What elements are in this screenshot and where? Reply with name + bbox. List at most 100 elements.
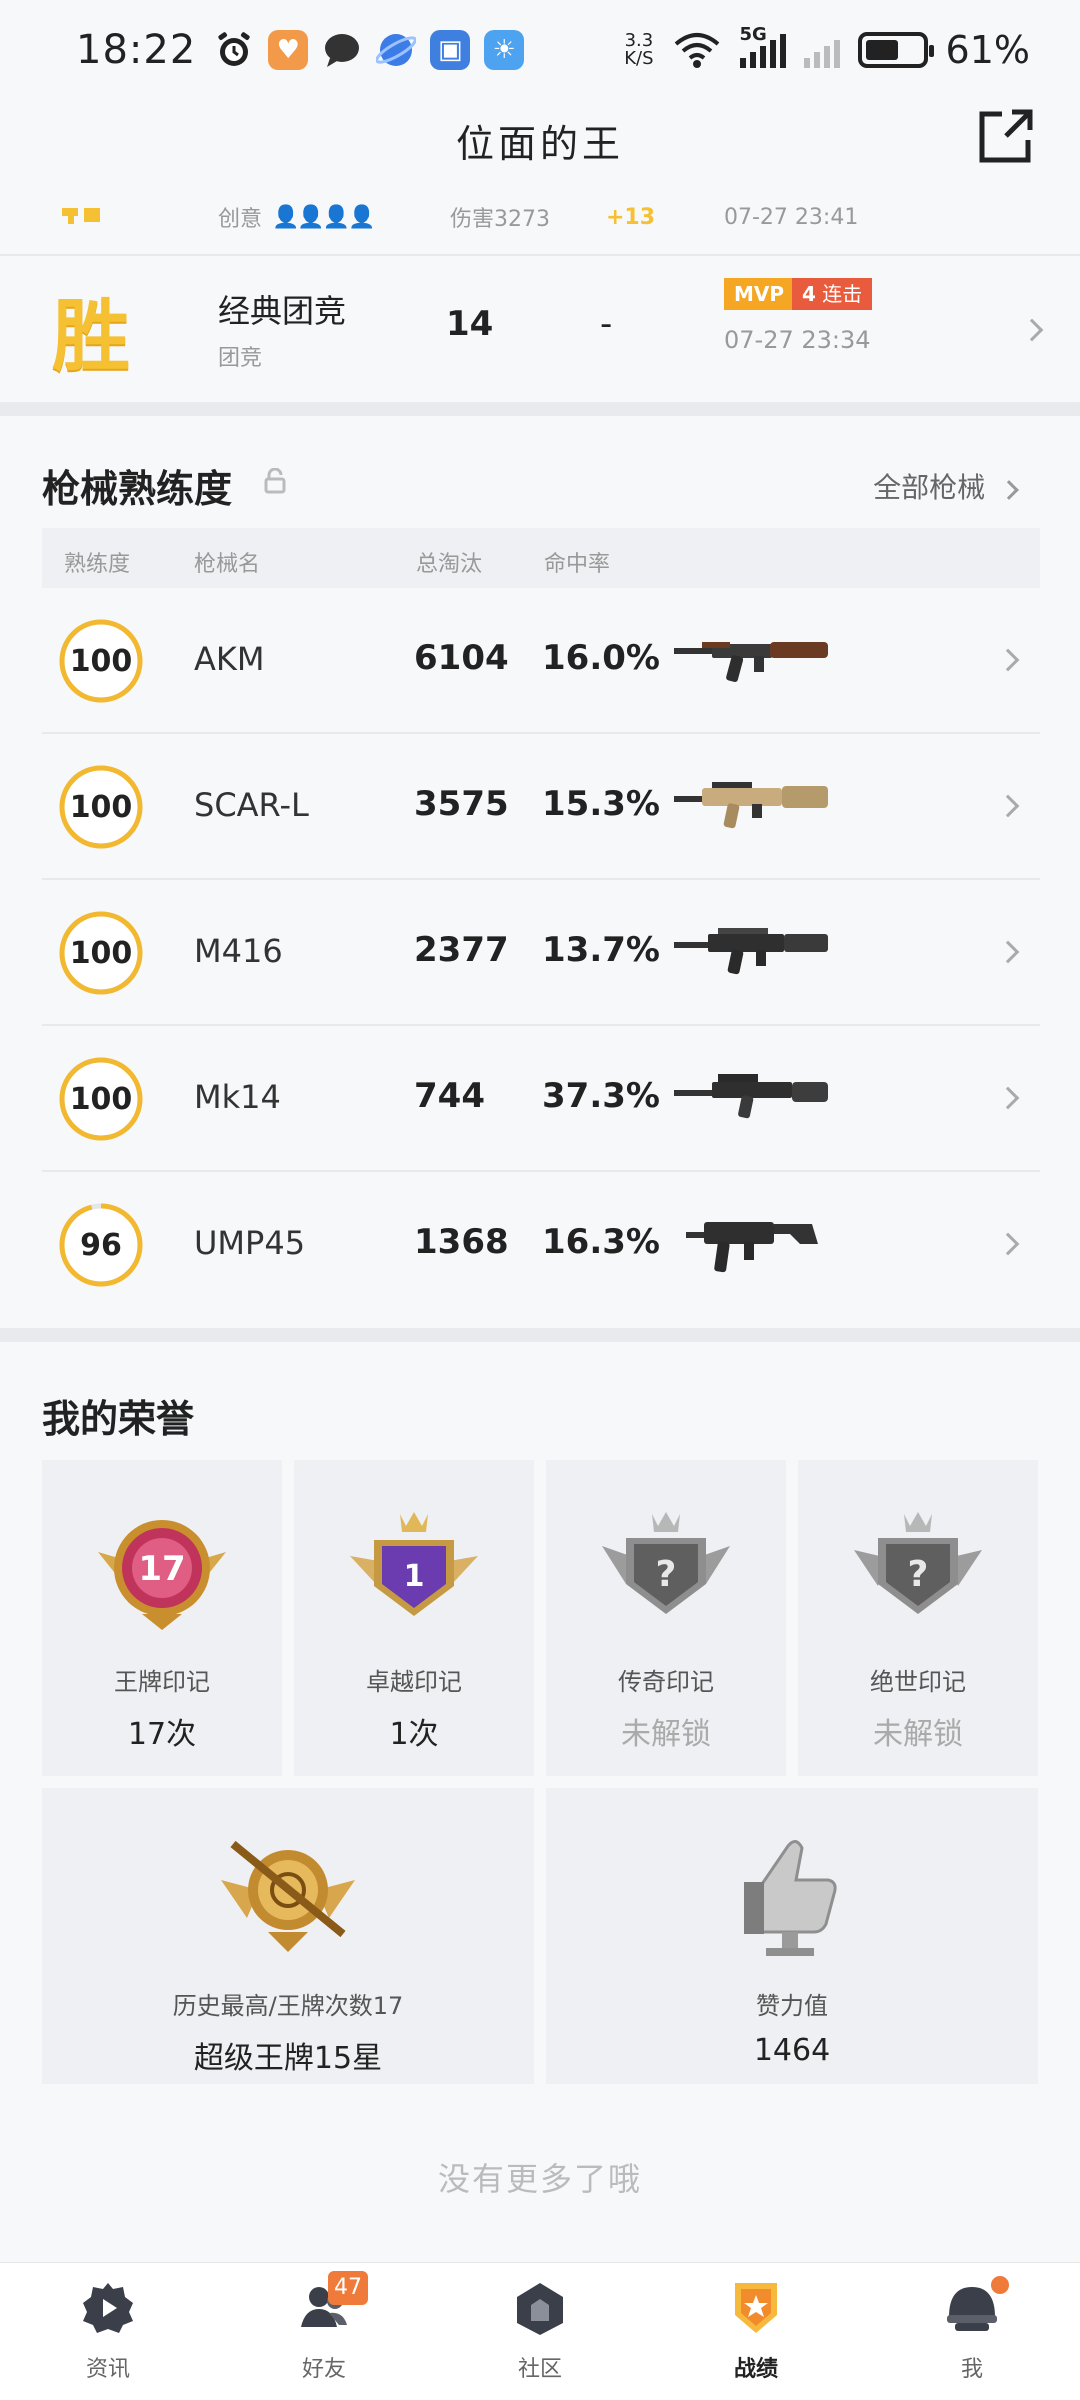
- weapon-row[interactable]: 96 UMP45 1368 16.3%: [42, 1172, 1040, 1318]
- page-title: 位面的王: [455, 121, 624, 166]
- nav-label: 资讯: [85, 2357, 130, 2382]
- col-kills: 总淘汰: [416, 552, 483, 577]
- weapon-accuracy: 37.3%: [542, 1076, 660, 1116]
- team-players-icon: 👤👤👤👤: [272, 204, 376, 230]
- page-header: 位面的王: [0, 100, 1080, 180]
- net-speed-unit: K/S: [624, 48, 654, 69]
- chevron-right-icon: [996, 1232, 1020, 1256]
- match-row-previous[interactable]: 创意 👤👤👤👤 伤害3273 +13 07-27 23:41: [0, 180, 1080, 256]
- nav-label: 好友: [301, 2357, 346, 2382]
- weapons-section-title: 枪械熟练度: [42, 467, 233, 511]
- excellence-emblem-number: 1: [404, 1559, 425, 1594]
- nav-item-news[interactable]: 资讯: [0, 2263, 216, 2400]
- mvp-tag: MVP: [724, 278, 795, 310]
- honor-name: 王牌印记: [114, 1668, 210, 1696]
- alarm-icon: [218, 32, 250, 66]
- message-icon: [325, 34, 360, 67]
- weapon-row[interactable]: 100 SCAR-L 3575 15.3%: [42, 734, 1040, 880]
- end-of-list-text: 没有更多了哦: [437, 2160, 642, 2198]
- mk14-rifle-icon: [674, 1074, 828, 1119]
- network-type: 5G: [739, 24, 767, 45]
- match-damage: -: [600, 304, 613, 344]
- honor-tile-likes[interactable]: 赞力值 1464: [546, 1788, 1038, 2084]
- news-play-icon: [83, 2283, 133, 2333]
- prev-match-damage: 伤害3273: [450, 207, 550, 232]
- honors-section-title: 我的荣誉: [42, 1397, 195, 1441]
- wifi-icon: [674, 33, 719, 68]
- weapon-accuracy: 13.7%: [542, 930, 660, 970]
- status-app-icons: ♥ ▣ ☀: [214, 30, 525, 70]
- honor-name: 历史最高/王牌次数17: [172, 1992, 404, 2020]
- excellence-emblem-icon: 1: [350, 1512, 478, 1616]
- peerless-emblem-locked-icon: ?: [854, 1512, 982, 1614]
- mastery-value: 96: [80, 1227, 122, 1263]
- honor-tile-peerless[interactable]: ? 绝世印记 未解锁: [798, 1460, 1038, 1776]
- akm-rifle-icon: [674, 642, 828, 682]
- tier-emblem-icon: [221, 1840, 355, 1952]
- weapon-kills: 2377: [414, 930, 509, 970]
- col-weapon-name: 枪械名: [194, 552, 261, 577]
- m416-rifle-icon: [674, 928, 828, 975]
- section-divider: [0, 1328, 1080, 1342]
- nav-item-me[interactable]: 我: [864, 2263, 1080, 2400]
- weather-app-icon: ☀: [484, 30, 525, 70]
- honor-value: 1464: [753, 2033, 831, 2068]
- scar-rifle-icon: [674, 782, 828, 829]
- match-result-badge: 胜: [52, 292, 131, 382]
- battery-fill: [865, 40, 899, 60]
- weapon-accuracy: 15.3%: [542, 784, 660, 824]
- match-row-current[interactable]: 胜 经典团竞 团竞 14 - MVP 4 连击 07-27 23:34: [0, 258, 1080, 402]
- lock-icon[interactable]: [264, 468, 286, 494]
- chevron-right-icon: [999, 480, 1019, 500]
- streak-label: 连击: [822, 282, 863, 306]
- honor-name: 赞力值: [756, 1992, 828, 2020]
- battery-icon: [857, 32, 934, 68]
- honor-tile-highest-tier[interactable]: 历史最高/王牌次数17 超级王牌15星: [42, 1788, 534, 2084]
- honor-name: 卓越印记: [366, 1668, 462, 1696]
- recent-matches: 创意 👤👤👤👤 伤害3273 +13 07-27 23:41 胜 经典团竞 团竞…: [0, 180, 1080, 402]
- nav-item-stats[interactable]: 战绩: [648, 2263, 864, 2400]
- chevron-right-icon: [996, 794, 1020, 818]
- prev-match-time: 07-27 23:41: [724, 204, 859, 230]
- nav-item-community[interactable]: 社区: [432, 2263, 648, 2400]
- match-mode-name: 经典团竞: [218, 292, 347, 330]
- legend-emblem-mark: ?: [656, 1554, 677, 1595]
- notification-dot: [988, 2273, 1012, 2297]
- honor-value: 未解锁: [873, 1717, 963, 1752]
- mastery-value: 100: [69, 789, 133, 825]
- weapon-kills: 6104: [414, 638, 509, 678]
- health-app-icon: ♥: [268, 30, 309, 70]
- streak-num: 4: [802, 282, 816, 306]
- honor-value: 1次: [389, 1717, 439, 1752]
- honor-tile-legend[interactable]: ? 传奇印记 未解锁: [546, 1460, 786, 1776]
- weapon-kills: 1368: [414, 1222, 509, 1262]
- ump45-smg-icon: [686, 1222, 818, 1273]
- all-weapons-link[interactable]: 全部枪械: [873, 466, 1019, 506]
- net-speed: 3.3 K/S: [624, 32, 653, 68]
- weapon-row[interactable]: 100 Mk14 744 37.3%: [42, 1026, 1040, 1172]
- honor-tile-excellence[interactable]: 1 卓越印记 1次: [294, 1460, 534, 1776]
- legend-emblem-locked-icon: ?: [602, 1512, 730, 1614]
- share-icon[interactable]: [976, 106, 1036, 166]
- status-bar: 18:22 ♥ ▣ ☀ 3.3 K/S 5G 61%: [0, 0, 1080, 100]
- chevron-right-icon: [1020, 318, 1044, 342]
- weapon-name: Mk14: [194, 1078, 281, 1116]
- col-mastery: 熟练度: [64, 552, 131, 577]
- honor-value: 超级王牌15星: [193, 2041, 383, 2076]
- nav-item-friends[interactable]: 47 好友: [216, 2263, 432, 2400]
- weapon-name: M416: [194, 932, 283, 970]
- weapon-row[interactable]: 100 AKM 6104 16.0%: [42, 588, 1040, 734]
- weapon-kills: 744: [414, 1076, 485, 1116]
- match-time: 07-27 23:34: [724, 326, 871, 354]
- chevron-right-icon: [996, 648, 1020, 672]
- nav-label: 社区: [517, 2357, 562, 2382]
- nav-label: 我: [960, 2357, 983, 2382]
- chevron-right-icon: [996, 940, 1020, 964]
- stats-shield-icon: [735, 2283, 777, 2333]
- match-rank: 14: [446, 304, 494, 344]
- weapon-accuracy: 16.0%: [542, 638, 660, 678]
- honor-tile-ace[interactable]: 17 王牌印记 17次: [42, 1460, 282, 1776]
- match-mode-sub: 团竞: [218, 346, 263, 371]
- status-time: 18:22: [76, 27, 197, 73]
- weapon-row[interactable]: 100 M416 2377 13.7%: [42, 880, 1040, 1026]
